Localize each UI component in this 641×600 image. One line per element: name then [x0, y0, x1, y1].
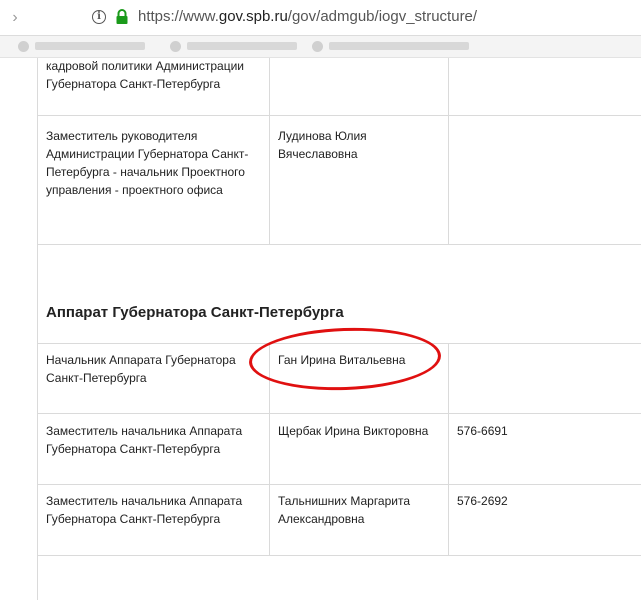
lock-icon[interactable] [115, 9, 129, 25]
bookmark-item[interactable] [18, 40, 145, 52]
page-content: кадровой политики Администрации Губернат… [0, 58, 641, 600]
name-cell: Ган Ирина Витальевна [278, 353, 406, 367]
name-cell: Лудинова Юлия Вячеславовна [278, 129, 367, 161]
phone-cell: 576-6691 [457, 424, 508, 438]
chevron-right-icon[interactable]: › [6, 9, 24, 27]
url-text[interactable]: https://www.gov.spb.ru/gov/admgub/iogv_s… [138, 8, 477, 25]
position-cell: кадровой политики Администрации Губернат… [46, 59, 244, 91]
phone-cell: 576-2692 [457, 494, 508, 508]
url-field[interactable]: i https://www.gov.spb.ru/gov/admgub/iogv… [82, 4, 634, 32]
bookmark-icon [312, 40, 323, 52]
position-cell: Заместитель начальника Аппарата Губернат… [46, 424, 243, 456]
name-cell: Щербак Ирина Викторовна [278, 424, 429, 438]
bookmark-item[interactable] [312, 40, 469, 52]
name-cell: Тальнишних Маргарита Александровна [278, 494, 411, 526]
position-cell: Начальник Аппарата Губернатора Санкт-Пет… [46, 353, 236, 385]
info-icon[interactable]: i [92, 10, 106, 24]
position-cell: Заместитель начальника Аппарата Губернат… [46, 494, 243, 526]
address-bar: › i https://www.gov.spb.ru/gov/admgub/io… [0, 0, 641, 36]
bookmarks-bar [0, 36, 641, 58]
section-title: Аппарат Губернатора Санкт-Петербурга [46, 304, 344, 321]
bookmark-icon [18, 40, 29, 52]
bookmark-item[interactable] [170, 40, 297, 52]
position-cell: Заместитель руководителя Администрации Г… [46, 129, 249, 197]
bookmark-icon [170, 40, 181, 52]
structure-table: кадровой политики Администрации Губернат… [37, 58, 641, 600]
